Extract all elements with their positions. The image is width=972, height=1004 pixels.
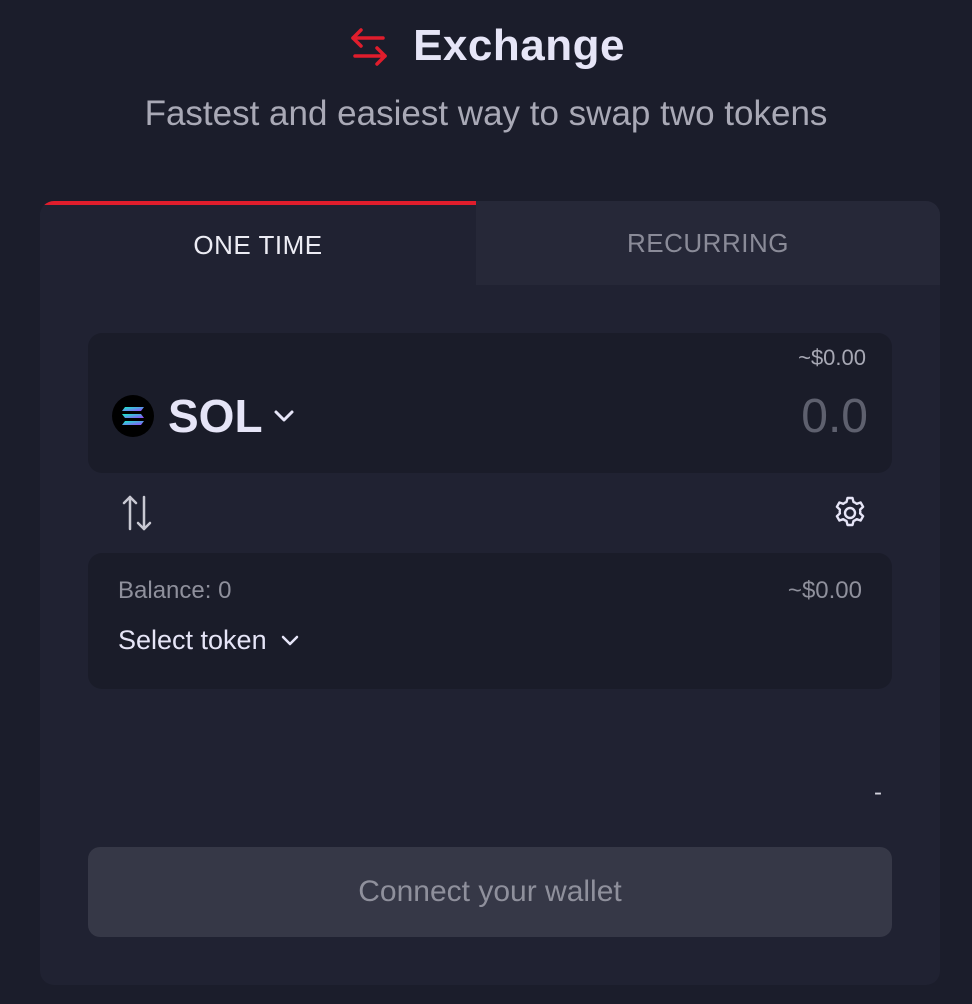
from-amount-input[interactable]: 0.0 (568, 389, 868, 445)
rate-value: - (874, 779, 882, 806)
connect-wallet-button[interactable]: Connect your wallet (88, 847, 892, 937)
page-title: Exchange (413, 21, 625, 70)
chevron-down-icon (281, 635, 298, 645)
to-token-selector[interactable]: Select token (118, 625, 299, 656)
from-token-symbol: SOL (168, 390, 263, 442)
tab-recurring[interactable]: RECURRING (476, 201, 940, 285)
to-balance: Balance: 0 (118, 577, 232, 604)
from-token-panel: ~$0.00 SOL 0.0 (88, 333, 892, 473)
tab-bar: ONE TIME RECURRING (40, 201, 940, 285)
swap-arrows-icon (351, 28, 387, 66)
exchange-card: ONE TIME RECURRING ~$0.00 SOL 0.0 Balanc… (40, 201, 940, 985)
page-subtitle: Fastest and easiest way to swap two toke… (144, 94, 828, 133)
to-usd-value: ~$0.00 (787, 577, 862, 604)
to-token-panel: Balance: 0 ~$0.00 Select token (88, 553, 892, 689)
chevron-down-icon (274, 410, 294, 422)
tab-one-time[interactable]: ONE TIME (40, 201, 476, 285)
from-token-selector[interactable]: SOL (112, 388, 295, 444)
select-token-label: Select token (118, 625, 267, 655)
sol-logo-icon (112, 395, 154, 437)
swap-direction-icon[interactable] (120, 493, 154, 533)
settings-gear-icon[interactable] (832, 495, 868, 531)
from-usd-value: ~$0.00 (798, 345, 866, 370)
title-row: Exchange (0, 18, 972, 74)
